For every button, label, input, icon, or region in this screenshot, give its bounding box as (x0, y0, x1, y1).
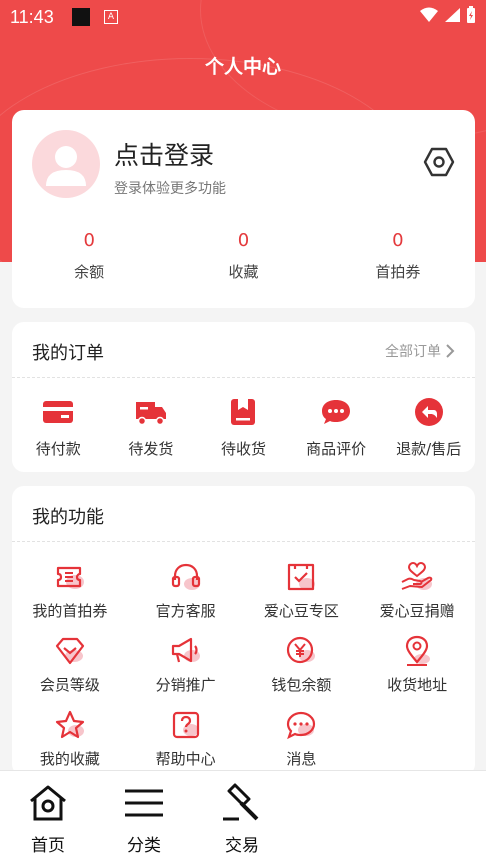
stat-value: 0 (83, 230, 95, 251)
bottom-tab-bar: 首页 分类 交易 (0, 770, 486, 864)
func-label: 消息 (286, 750, 317, 768)
stats-row: 0 余额 0 收藏 0 首拍券 (12, 230, 475, 282)
func-first-bid-coupon[interactable]: 我的首拍券 (12, 558, 128, 632)
tab-trade[interactable]: 交易 (206, 783, 278, 856)
func-help-center[interactable]: 帮助中心 (128, 706, 244, 780)
tab-label: 首页 (31, 836, 65, 856)
star-icon (55, 710, 84, 739)
func-label: 我的首拍券 (32, 602, 108, 620)
return-icon (414, 398, 443, 426)
stat-favorites[interactable]: 0 收藏 (166, 230, 320, 282)
a-app-icon: A (104, 10, 118, 24)
signal-icon (445, 8, 460, 22)
settings-hexagon-icon (423, 147, 455, 177)
order-pending-shipment[interactable]: 待发货 (105, 394, 198, 459)
notification-square-icon (72, 8, 90, 26)
orders-title: 我的订单 (32, 343, 104, 364)
stat-balance[interactable]: 0 余额 (12, 230, 166, 282)
all-orders-label: 全部订单 (385, 344, 441, 360)
tab-label: 分类 (127, 836, 161, 856)
order-refund[interactable]: 退款/售后 (382, 394, 475, 459)
func-label: 爱心豆专区 (263, 602, 339, 620)
stat-label: 余额 (74, 263, 105, 281)
chat-bubble-icon (322, 400, 351, 424)
order-pending-payment[interactable]: 待付款 (12, 394, 105, 459)
func-love-bean-donation[interactable]: 爱心豆捐赠 (359, 558, 475, 632)
avatar[interactable] (32, 130, 100, 198)
login-title[interactable]: 点击登录 (114, 136, 214, 172)
status-time: 11:43 (10, 7, 54, 27)
func-shipping-address[interactable]: 收货地址 (359, 632, 475, 706)
func-label: 爱心豆捐赠 (379, 602, 455, 620)
func-member-level[interactable]: 会员等级 (12, 632, 128, 706)
tab-home[interactable]: 首页 (12, 783, 84, 856)
func-label: 钱包余额 (271, 676, 332, 694)
stat-value: 0 (392, 230, 404, 251)
settings-button[interactable] (423, 146, 455, 178)
user-icon (46, 146, 86, 186)
all-orders-link[interactable]: 全部订单 (385, 341, 455, 361)
stat-label: 首拍券 (375, 263, 421, 281)
functions-title: 我的功能 (32, 507, 104, 528)
headset-icon (171, 563, 200, 590)
message-icon (287, 711, 316, 740)
question-icon (172, 711, 199, 739)
gavel-icon (223, 783, 259, 821)
menu-icon (125, 789, 163, 817)
tab-label: 交易 (225, 836, 259, 856)
func-label: 会员等级 (39, 676, 100, 694)
func-label: 收货地址 (387, 676, 448, 694)
stat-coupons[interactable]: 0 首拍券 (321, 230, 475, 282)
func-label: 我的收藏 (39, 750, 100, 768)
tab-category[interactable]: 分类 (108, 783, 180, 856)
home-icon (30, 785, 66, 821)
func-label: 分销推广 (155, 676, 216, 694)
order-label: 待发货 (128, 440, 174, 458)
profile-card: 点击登录 登录体验更多功能 0 余额 0 收藏 0 首拍券 (12, 110, 475, 308)
func-customer-service[interactable]: 官方客服 (128, 558, 244, 632)
func-label: 帮助中心 (155, 750, 216, 768)
func-wallet-balance[interactable]: 钱包余额 (244, 632, 360, 706)
status-bar: 11:43 A (0, 0, 486, 34)
heart-hand-icon (401, 562, 433, 590)
stat-label: 收藏 (228, 263, 259, 281)
orders-card: 我的订单 全部订单 待付款 待发货 待收货 商品评价 退款/售后 (12, 322, 475, 472)
battery-icon (467, 6, 475, 23)
ticket-icon (56, 566, 84, 589)
func-distribution-promo[interactable]: 分销推广 (128, 632, 244, 706)
location-pin-icon (406, 635, 431, 666)
page-title: 个人中心 (204, 56, 281, 78)
yen-coin-icon (287, 636, 316, 664)
func-my-favorites[interactable]: 我的收藏 (12, 706, 128, 780)
card-icon (43, 401, 74, 423)
order-label: 待收货 (220, 440, 266, 458)
wifi-icon (420, 7, 438, 22)
func-messages[interactable]: 消息 (244, 706, 360, 780)
badge-check-icon (55, 637, 84, 665)
func-love-bean-zone[interactable]: 爱心豆专区 (244, 558, 360, 632)
cup-check-icon (288, 563, 316, 591)
login-subtitle: 登录体验更多功能 (114, 181, 226, 197)
stat-value: 0 (237, 230, 250, 251)
box-icon (231, 399, 256, 425)
order-label: 商品评价 (306, 440, 367, 458)
order-pending-receipt[interactable]: 待收货 (197, 394, 290, 459)
order-review[interactable]: 商品评价 (290, 394, 383, 459)
order-label: 退款/售后 (396, 440, 462, 458)
truck-icon (135, 402, 166, 426)
chevron-right-icon (446, 344, 455, 358)
func-label: 官方客服 (155, 602, 216, 620)
order-label: 待付款 (35, 440, 81, 458)
megaphone-icon (171, 637, 200, 663)
functions-card: 我的功能 我的首拍券 官方客服 爱心豆专区 爱心豆捐赠 会员等级 分销推广 钱包… (12, 486, 475, 776)
